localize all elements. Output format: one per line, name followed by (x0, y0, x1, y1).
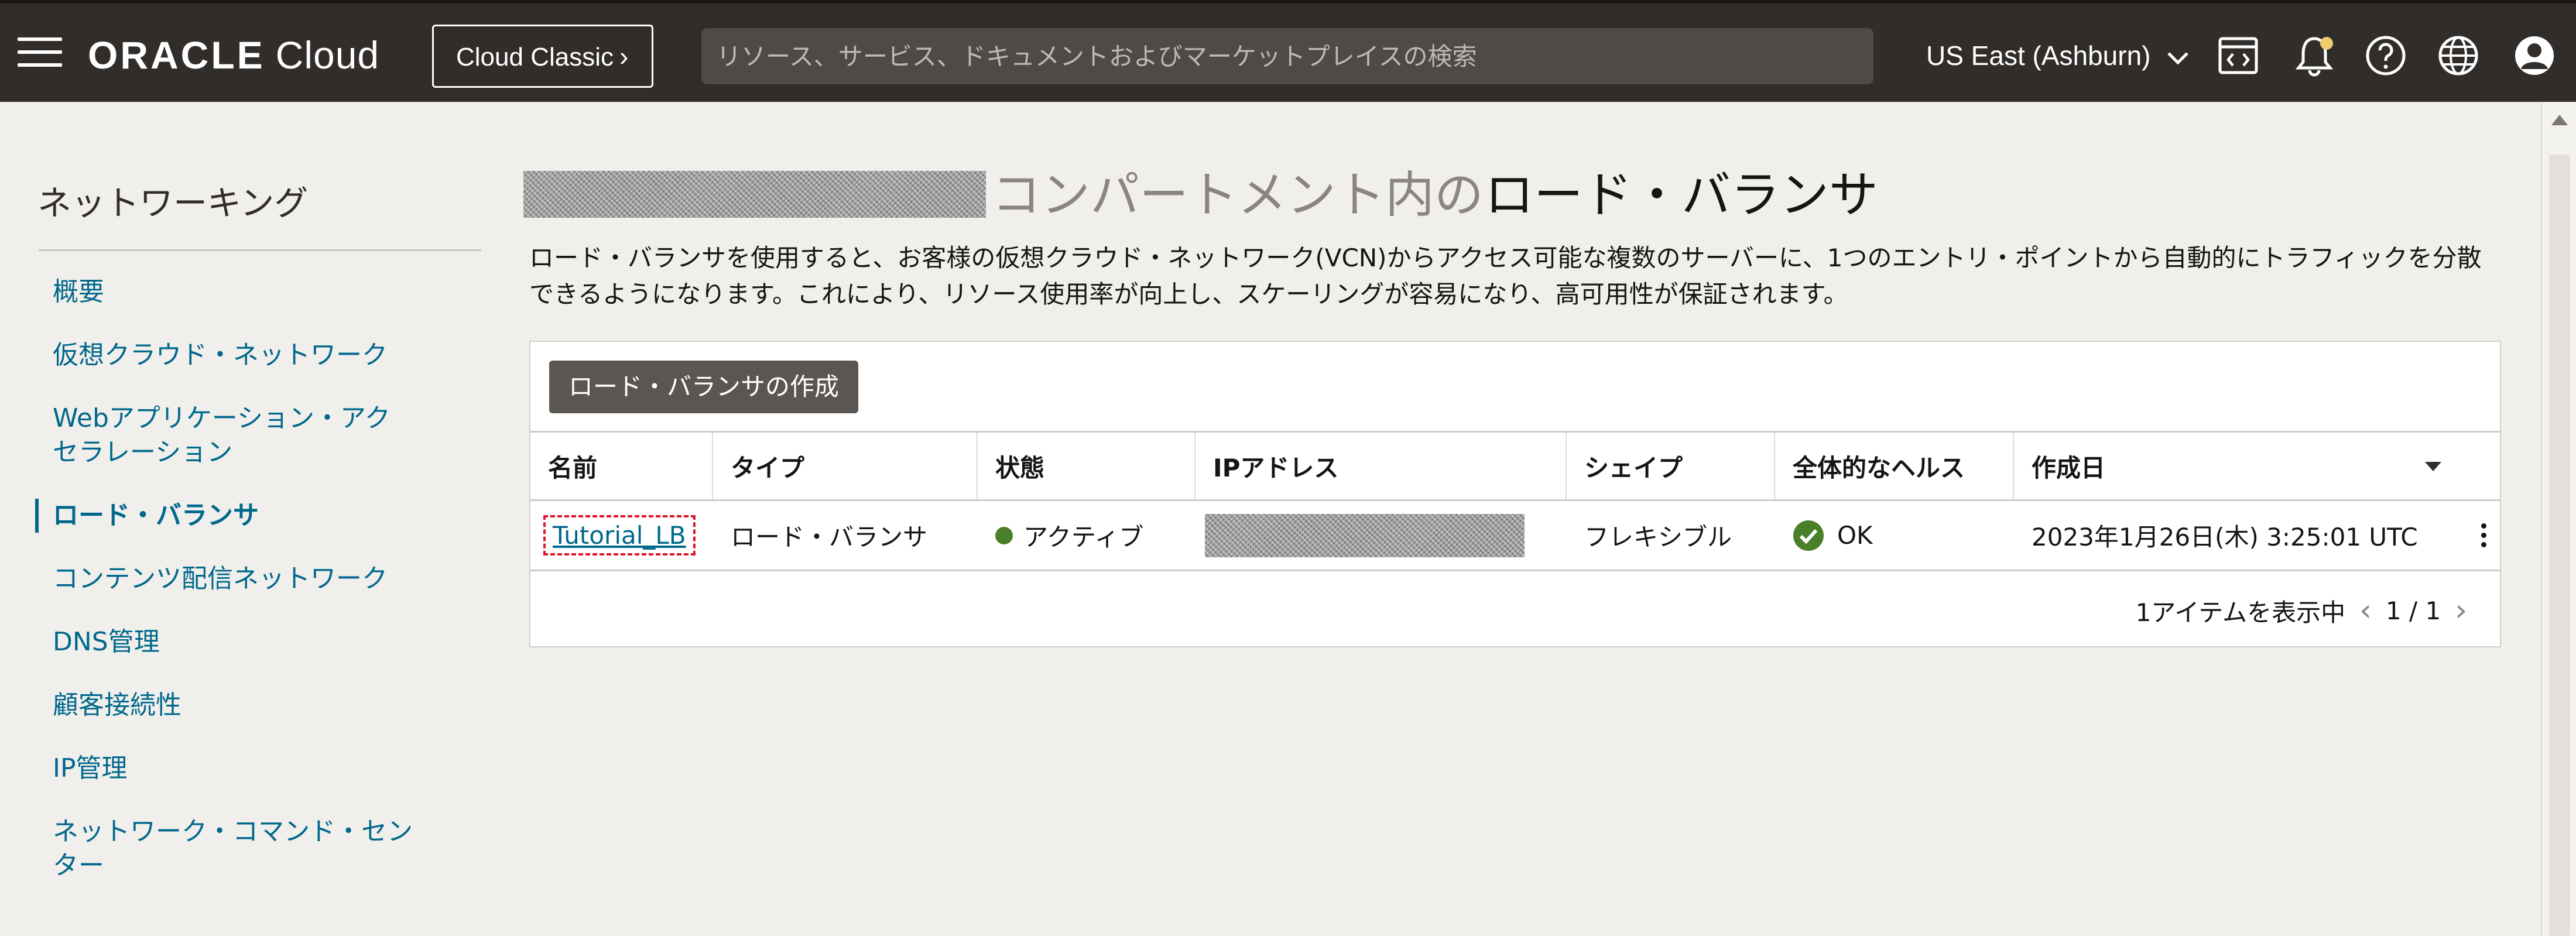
redacted-compartment-name (523, 171, 986, 218)
table-header: 名前 タイプ 状態 IPアドレス シェイプ 全体的なヘルス 作成日 (530, 431, 2500, 501)
search-input[interactable] (701, 28, 1873, 84)
brand-oracle: ORACLE (88, 33, 265, 77)
chevron-down-icon (2167, 52, 2189, 65)
code-editor-icon[interactable] (2213, 30, 2263, 81)
load-balancer-table: 名前 タイプ 状態 IPアドレス シェイプ 全体的なヘルス 作成日 Tutori… (530, 431, 2500, 571)
page-description: ロード・バランサを使用すると、お客様の仮想クラウド・ネットワーク(VCN)からア… (529, 244, 2482, 308)
globe-icon[interactable] (2433, 30, 2483, 81)
region-label: US East (Ashburn) (1926, 40, 2151, 71)
cell-created: 2023年1月26日(木) 3:25:01 UTC (2014, 501, 2500, 570)
state-label: アクティブ (1023, 523, 1144, 551)
sidebar-item-dns[interactable]: DNS管理 (39, 625, 472, 659)
scrollbar-thumb[interactable] (2549, 155, 2570, 936)
column-header-ip-address[interactable]: IPアドレス (1195, 433, 1567, 499)
highlight-box: Tutorial_LB (543, 515, 696, 556)
sidebar-item-cdn[interactable]: コンテンツ配信ネットワーク (39, 562, 472, 596)
help-icon[interactable] (2361, 30, 2411, 81)
sidebar-title: ネットワーキング (37, 183, 309, 223)
chevron-right-icon: › (619, 41, 629, 71)
sidebar-item-web-app-acceleration[interactable]: Webアプリケーション・アクセラレーション (39, 402, 416, 469)
chevron-left-icon[interactable]: ‹ (2359, 593, 2372, 628)
sidebar-item-overview[interactable]: 概要 (39, 275, 472, 309)
chevron-right-icon[interactable]: › (2455, 593, 2467, 628)
pagination: 1アイテムを表示中 ‹ 1 / 1 › (2136, 590, 2481, 631)
column-header-overall-health[interactable]: 全体的なヘルス (1775, 433, 2014, 499)
oracle-cloud-logo[interactable]: ORACLE Cloud (88, 32, 379, 78)
sidebar-item-customer-connectivity[interactable]: 顧客接続性 (39, 688, 472, 722)
sidebar-item-load-balancers[interactable]: ロード・バランサ (35, 499, 472, 533)
menu-icon[interactable] (18, 37, 62, 67)
column-header-type[interactable]: タイプ (713, 433, 978, 499)
user-icon[interactable] (2509, 30, 2560, 81)
create-load-balancer-button[interactable]: ロード・バランサの作成 (549, 361, 858, 413)
sort-down-icon[interactable] (2425, 462, 2441, 471)
cell-shape: フレキシブル (1584, 523, 1732, 551)
load-balancer-name-link[interactable]: Tutorial_LB (553, 521, 686, 550)
cell-health: OK (1775, 501, 2014, 570)
load-balancer-list-panel: ロード・バランサの作成 名前 タイプ 状態 IPアドレス シェイプ 全体的なヘル… (529, 341, 2501, 647)
column-header-shape[interactable]: シェイプ (1567, 433, 1775, 499)
sidebar-item-vcn[interactable]: 仮想クラウド・ネットワーク (39, 338, 472, 372)
page-title-prefix: コンパートメント内の (992, 166, 1484, 224)
bell-icon[interactable] (2289, 30, 2339, 81)
scroll-up-arrow-icon[interactable] (2551, 115, 2568, 125)
active-status-dot-icon (995, 526, 1013, 544)
health-label: OK (1837, 521, 1873, 550)
region-selector[interactable]: US East (Ashburn) (1926, 35, 2190, 76)
column-header-name[interactable]: 名前 (530, 433, 713, 499)
cell-state: アクティブ (978, 501, 1195, 570)
check-circle-icon (1793, 520, 1824, 551)
top-navigation-bar: ORACLECloud Cloud Classic› US East (Ashb… (0, 0, 2576, 102)
cloud-classic-label: Cloud Classic (456, 43, 614, 71)
pagination-summary: 1アイテムを表示中 (2135, 598, 2346, 627)
column-header-created-label: 作成日 (2032, 453, 2106, 482)
page-title-main: ロード・バランサ (1485, 166, 1879, 224)
redacted-ip-address (1205, 513, 1525, 557)
row-actions-icon[interactable] (2481, 523, 2487, 551)
sidebar-divider (39, 249, 481, 251)
cell-ip-address (1195, 501, 1567, 570)
sidebar-item-network-command-center[interactable]: ネットワーク・コマンド・センター (39, 815, 427, 883)
sidebar-nav: 概要 仮想クラウド・ネットワーク Webアプリケーション・アクセラレーション ロ… (35, 275, 472, 912)
sidebar-item-ip-management[interactable]: IP管理 (39, 752, 472, 786)
vertical-scrollbar[interactable] (2541, 102, 2576, 936)
created-value: 2023年1月26日(木) 3:25:01 UTC (2032, 523, 2418, 551)
cell-type: ロード・バランサ (731, 523, 928, 551)
column-header-state[interactable]: 状態 (978, 433, 1195, 499)
cloud-classic-button[interactable]: Cloud Classic › (432, 25, 653, 88)
page-indicator: 1 / 1 (2385, 596, 2441, 625)
brand-cloud: Cloud (275, 33, 380, 77)
table-row: Tutorial_LB ロード・バランサ アクティブ フレキシブル OK 202… (530, 501, 2500, 571)
cell-name: Tutorial_LB (530, 501, 713, 570)
column-header-created[interactable]: 作成日 (2014, 433, 2500, 499)
